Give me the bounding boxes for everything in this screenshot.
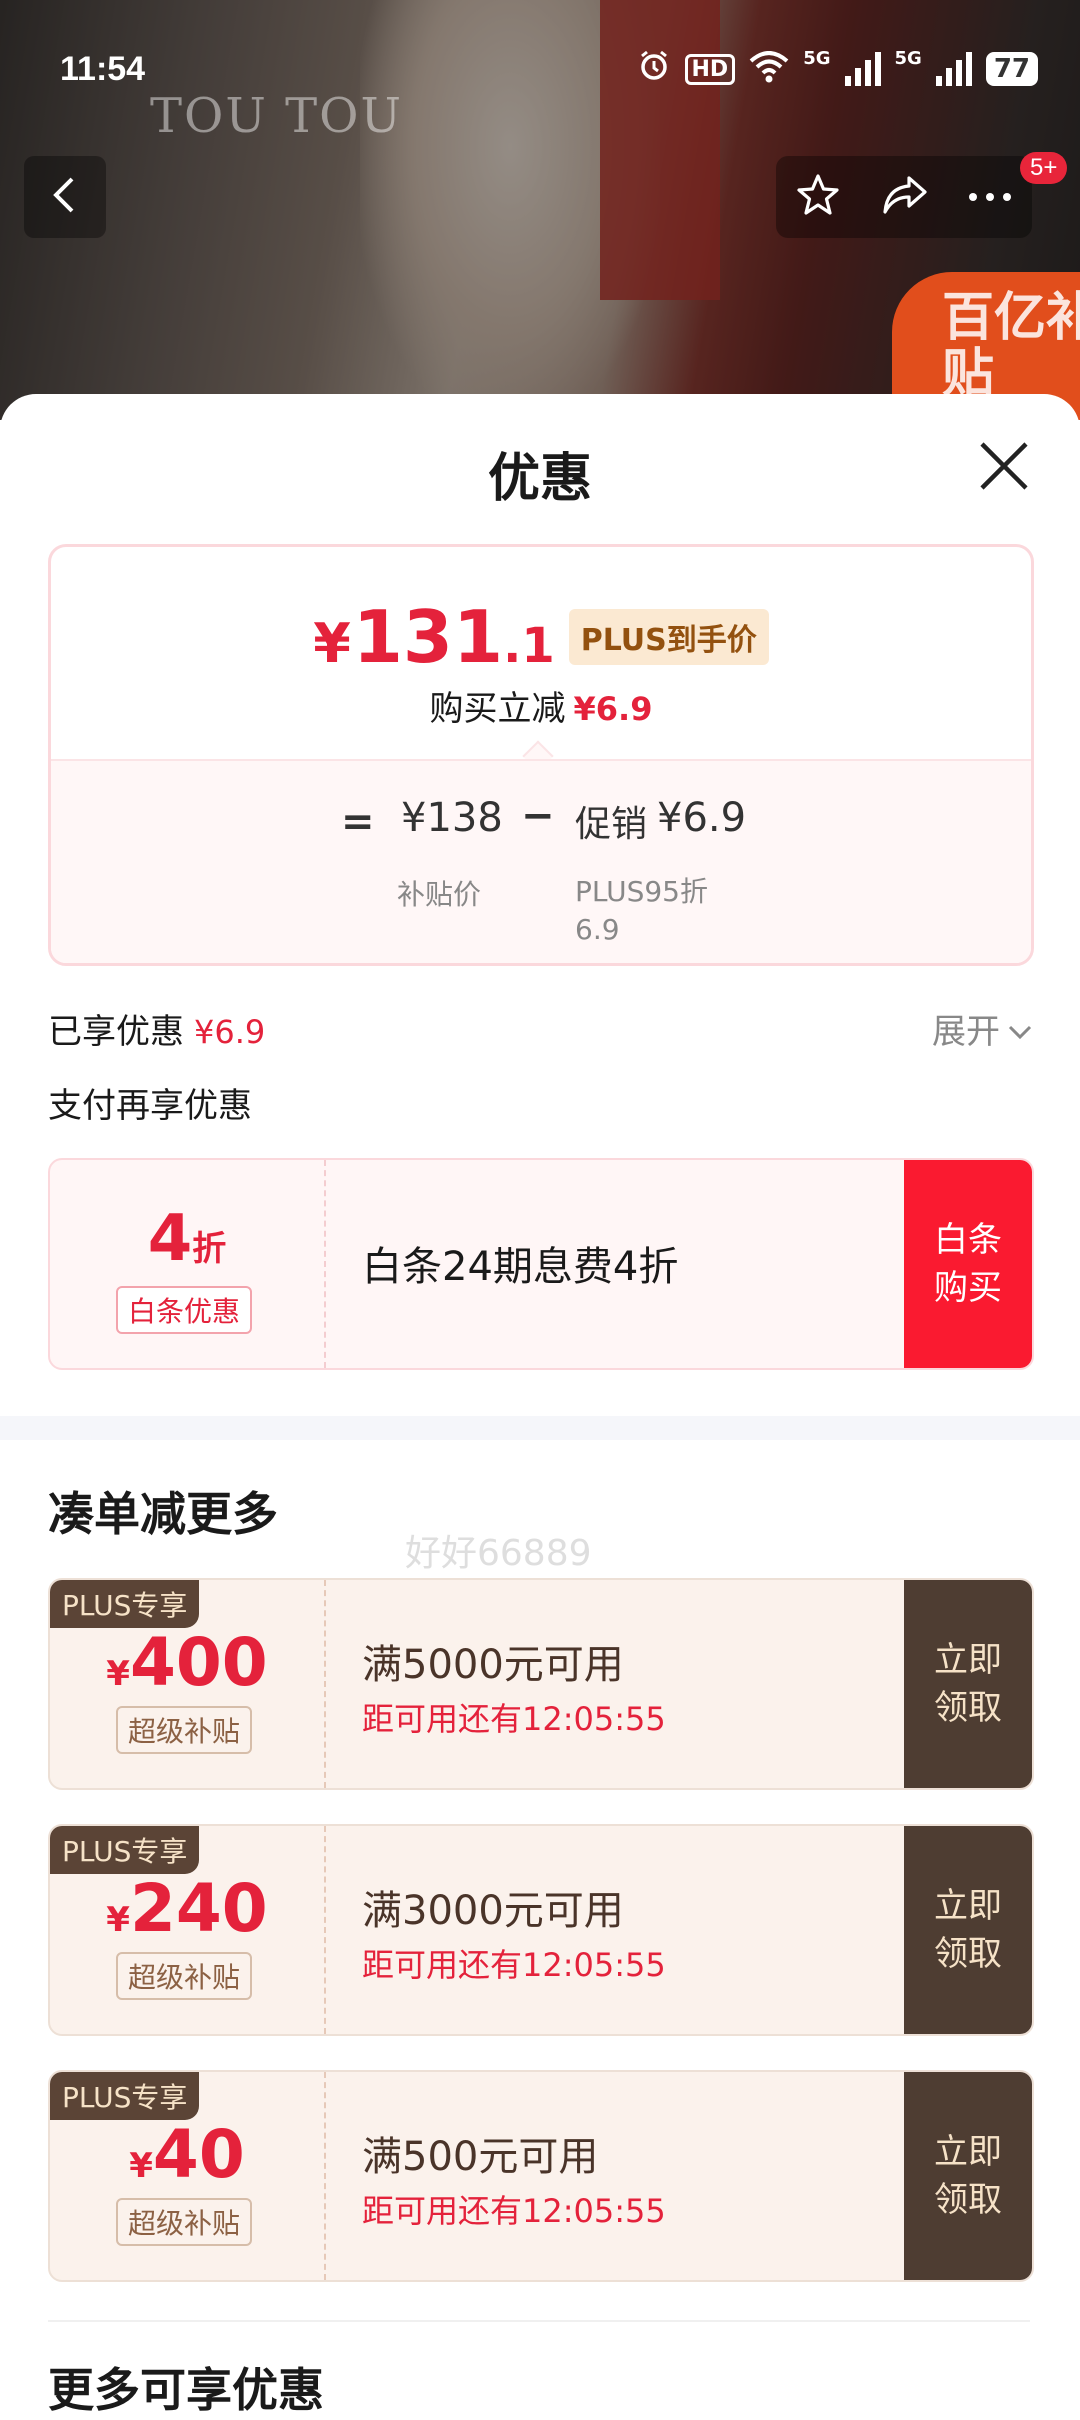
discount-sheet: 优惠 ¥ 131 .1 PLUS到手价 购买立减 ¥6.9 = ¥138 − 促销… <box>0 394 1080 2417</box>
enjoyed-value: ¥6.9 <box>194 1013 266 1051</box>
baitiao-discount-unit: 折 <box>192 1229 227 1269</box>
coupon-tag: 超级补贴 <box>116 1706 253 1754</box>
coupon-condition: 满5000元可用 <box>362 1642 624 1688</box>
plus-price-tag: PLUS到手价 <box>568 609 769 665</box>
image-watermark: 好好66889 <box>405 1533 592 1574</box>
baitiao-discount-block: 4折 白条优惠 <box>50 1160 326 1368</box>
wifi-icon <box>749 51 789 87</box>
coupon-countdown: 距可用还有12:05:55 <box>362 1946 666 1984</box>
instant-reduction: 购买立减 ¥6.9 <box>51 681 1031 730</box>
claim-label: 立即 领取 <box>934 1640 1002 1728</box>
star-icon[interactable] <box>795 172 841 222</box>
final-price-section: ¥ 131 .1 PLUS到手价 购买立减 ¥6.9 <box>51 547 1031 759</box>
enjoyed-discount: 已享优惠 ¥6.9 <box>48 1004 265 1053</box>
price-formula: = ¥138 − 促销 ¥6.9 补贴价 PLUS95折 6.9 <box>51 759 1031 963</box>
status-icons: HD 5G 5G 77 <box>637 48 1038 90</box>
plus95-label: PLUS95折 <box>575 875 708 908</box>
claim-label: 立即 领取 <box>934 1886 1002 1974</box>
plus-exclusive-badge: PLUS专享 <box>50 1580 200 1628</box>
promo-text: 百亿补贴 <box>942 288 1080 404</box>
bundle-section-title: 凑单减更多 <box>48 1487 278 1541</box>
coupon-value: 40 <box>152 2116 245 2193</box>
baitiao-buy-label: 白条 购买 <box>934 1220 1002 1308</box>
coupon-tag: 超级补贴 <box>116 2198 253 2246</box>
more-icon[interactable] <box>967 188 1013 207</box>
hd-icon: HD <box>684 53 736 85</box>
coupon-amount: ¥400 <box>50 1624 324 1701</box>
close-button[interactable] <box>976 438 1032 494</box>
enjoyed-label: 已享优惠 <box>48 1012 184 1052</box>
claim-label: 立即 领取 <box>934 2132 1002 2220</box>
baitiao-tag: 白条优惠 <box>116 1286 253 1334</box>
price-integer: 131 <box>352 595 504 679</box>
coupon-amount: ¥240 <box>50 1870 324 1947</box>
pay-more-heading: 支付再享优惠 <box>48 1086 252 1126</box>
equals-sign: = <box>341 799 375 845</box>
coupon-card-240: ¥240 超级补贴 PLUS专享 满3000元可用 距可用还有12:05:55 … <box>48 1824 1034 2036</box>
claim-coupon-button[interactable]: 立即 领取 <box>904 2072 1032 2280</box>
reduction-value: ¥6.9 <box>573 690 653 728</box>
close-icon <box>976 442 1032 498</box>
coupon-card-400: ¥400 超级补贴 PLUS专享 满5000元可用 距可用还有12:05:55 … <box>48 1578 1034 1790</box>
section-separator <box>48 2320 1030 2322</box>
plus95-value: 6.9 <box>575 913 620 946</box>
claim-coupon-button[interactable]: 立即 领取 <box>904 1826 1032 2034</box>
promotion-label: 促销 <box>575 804 648 845</box>
coupon-countdown: 距可用还有12:05:55 <box>362 1700 666 1738</box>
claim-coupon-button[interactable]: 立即 领取 <box>904 1580 1032 1788</box>
minus-sign: − <box>521 793 555 839</box>
subsidy-price-value: ¥138 <box>401 795 503 841</box>
coupon-condition: 满3000元可用 <box>362 1888 624 1934</box>
chevron-down-icon <box>1008 1009 1032 1049</box>
reduction-label: 购买立减 <box>429 689 566 729</box>
baitiao-description: 白条24期息费4折 <box>362 1244 679 1290</box>
expand-label: 展开 <box>932 1012 1000 1052</box>
plus-exclusive-badge: PLUS专享 <box>50 2072 200 2120</box>
plus95-detail: PLUS95折 6.9 <box>575 873 708 949</box>
top-actions <box>776 156 1032 238</box>
network-5g-label: 5G <box>803 48 831 69</box>
coupon-currency: ¥ <box>106 1654 130 1694</box>
back-button[interactable] <box>24 156 106 238</box>
more-offers-title: 更多可享优惠 <box>48 2363 324 2417</box>
baitiao-buy-button[interactable]: 白条 购买 <box>904 1160 1032 1368</box>
share-icon[interactable] <box>879 172 929 222</box>
coupon-value: 240 <box>129 1870 268 1947</box>
section-divider <box>0 1416 1080 1440</box>
back-icon <box>50 175 80 219</box>
subsidy-price-label: 补贴价 <box>397 878 482 911</box>
status-time: 11:54 <box>60 50 146 88</box>
price-decimal: .1 <box>503 618 555 674</box>
coupon-card-40: ¥40 超级补贴 PLUS专享 满500元可用 距可用还有12:05:55 立即… <box>48 2070 1034 2282</box>
coupon-currency: ¥ <box>106 1900 130 1940</box>
price-currency: ¥ <box>313 612 351 675</box>
coupon-amount: ¥40 <box>50 2116 324 2193</box>
price-breakdown-card: ¥ 131 .1 PLUS到手价 购买立减 ¥6.9 = ¥138 − 促销 ¥6… <box>48 544 1034 966</box>
coupon-value: 400 <box>129 1624 268 1701</box>
plus-exclusive-badge: PLUS专享 <box>50 1826 200 1874</box>
alarm-icon <box>637 48 671 90</box>
final-price: ¥ 131 .1 PLUS到手价 <box>51 595 1031 679</box>
promotion-value: ¥6.9 <box>657 795 747 841</box>
battery-icon: 77 <box>985 52 1038 86</box>
coupon-countdown: 距可用还有12:05:55 <box>362 2192 666 2230</box>
sheet-title: 优惠 <box>487 449 592 509</box>
signal-icon-2 <box>935 52 972 86</box>
coupon-tag: 超级补贴 <box>116 1952 253 2000</box>
network-5g-label-2: 5G <box>894 48 922 69</box>
expand-button[interactable]: 展开 <box>932 1004 1032 1053</box>
signal-icon <box>844 52 881 86</box>
coupon-currency: ¥ <box>129 2146 153 2186</box>
baitiao-discount-number: 4 <box>147 1202 193 1276</box>
status-bar: 11:54 HD 5G 5G 77 <box>0 0 1080 140</box>
baitiao-offer-card[interactable]: 4折 白条优惠 白条24期息费4折 白条 购买 <box>48 1158 1034 1370</box>
coupon-condition: 满500元可用 <box>362 2134 599 2180</box>
baitiao-discount: 4折 <box>50 1202 324 1276</box>
message-count-badge: 5+ <box>1020 152 1068 184</box>
